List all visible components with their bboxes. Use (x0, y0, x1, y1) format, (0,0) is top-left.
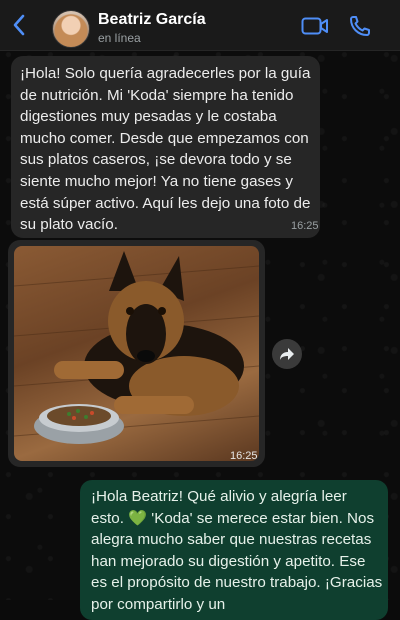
forward-arrow-icon (280, 348, 294, 360)
chat-header: Beatriz García en línea (0, 0, 400, 51)
contact-name[interactable]: Beatriz García (98, 11, 206, 29)
voice-call-button[interactable] (348, 14, 372, 38)
outgoing-message[interactable]: ¡Hola Beatriz! Qué alivio y alegría leer… (80, 480, 388, 620)
message-time: 16:25 (291, 220, 319, 232)
message-text: ¡Hola Beatriz! Qué alivio y alegría leer… (91, 486, 383, 616)
dog-photo-illustration (14, 251, 259, 444)
chevron-left-icon (13, 14, 25, 36)
green-heart-icon: 💚 (128, 509, 148, 527)
video-camera-icon (301, 17, 328, 35)
incoming-message[interactable]: ¡Hola! Solo quería agradecerles por la g… (11, 56, 320, 238)
message-text: ¡Hola! Solo quería agradecerles por la g… (20, 65, 311, 234)
contact-status: en línea (98, 31, 141, 45)
phone-icon (350, 16, 370, 36)
incoming-photo-message[interactable]: 16:25 (8, 240, 265, 467)
forward-button[interactable] (272, 339, 302, 369)
back-button[interactable] (8, 12, 30, 38)
avatar[interactable] (52, 10, 90, 48)
video-call-button[interactable] (301, 16, 329, 36)
dog-photo[interactable]: 16:25 (14, 246, 259, 461)
photo-time: 16:25 (230, 450, 258, 461)
